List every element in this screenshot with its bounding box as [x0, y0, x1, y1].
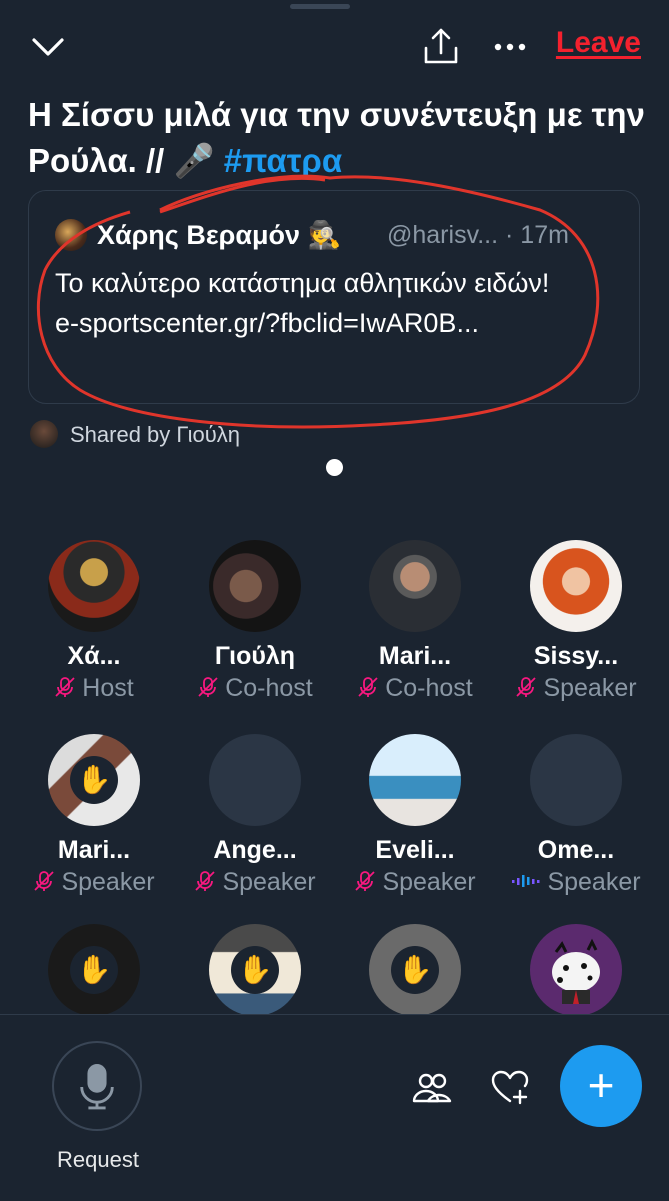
speaker-role: Co-host: [335, 674, 495, 703]
speaker-avatar[interactable]: [369, 540, 461, 632]
request-mic-button[interactable]: [52, 1041, 142, 1131]
mic-off-icon: [34, 871, 55, 891]
speaker-avatar[interactable]: [369, 734, 461, 826]
top-bar: Leave: [0, 20, 669, 76]
mic-off-icon: [198, 677, 218, 697]
listener-avatar[interactable]: [530, 924, 622, 1016]
more-icon[interactable]: [490, 32, 530, 62]
listener-avatar[interactable]: ✋: [369, 924, 461, 1016]
listener-avatar[interactable]: ✋: [209, 924, 301, 1016]
sharer-avatar[interactable]: [30, 420, 58, 448]
raised-hand-icon: ✋: [70, 756, 118, 804]
page-indicator-dot: [326, 459, 343, 476]
speaker-name: Eveli...: [375, 836, 455, 864]
speaker-avatar[interactable]: [530, 734, 622, 826]
speaker-role-label: Speaker: [382, 868, 476, 896]
speaker-avatar[interactable]: ✋: [48, 734, 140, 826]
speaker-role: Speaker: [496, 868, 656, 897]
compose-plus-button[interactable]: +: [560, 1045, 642, 1127]
pinned-tweet-card[interactable]: Χάρης Βεραμόν 🕵️ @harisv... · 17m Το καλ…: [28, 190, 640, 404]
mic-off-icon: [55, 677, 75, 697]
request-label[interactable]: Request: [40, 1147, 156, 1173]
speaker-role-label: Co-host: [385, 674, 473, 702]
mic-off-icon: [516, 677, 537, 697]
listener-avatar[interactable]: ✋: [48, 924, 140, 1016]
tweet-time: · 17m: [505, 221, 569, 249]
tweet-author-avatar[interactable]: [55, 219, 87, 251]
mic-off-icon: [358, 677, 378, 697]
bottom-bar: Request +: [0, 1014, 669, 1201]
microphone-icon: [80, 1064, 114, 1110]
raised-hand-icon: ✋: [70, 946, 118, 994]
raised-hand-icon: ✋: [391, 946, 439, 994]
speaker-name: Sissy...: [533, 642, 619, 670]
heart-plus-icon[interactable]: [490, 1069, 530, 1105]
shared-by-label: Shared by Γιούλη: [70, 422, 240, 447]
mic-off-icon: [195, 871, 216, 891]
speaker-role-label: Co-host: [225, 674, 313, 702]
hashtag-link[interactable]: #πατρα: [224, 142, 342, 179]
speaker-name: Ange...: [213, 836, 297, 864]
speaker-role: Host: [14, 674, 174, 703]
speaker-name: Χά...: [67, 642, 121, 670]
speaker-avatar[interactable]: [209, 540, 301, 632]
tweet-handle-text: @harisv...: [387, 221, 499, 249]
plus-icon: +: [587, 1059, 615, 1111]
sheet-grabber[interactable]: [290, 4, 350, 9]
speaker-role: Speaker: [14, 868, 174, 897]
speaker-name: Mari...: [57, 836, 131, 864]
speaker-name: Mari...: [378, 642, 452, 670]
speaker-name: Γιούλη: [214, 642, 296, 670]
speaker-avatar[interactable]: [530, 540, 622, 632]
speaker-role-label: Speaker: [61, 868, 155, 896]
share-icon[interactable]: [420, 26, 462, 68]
tweet-author-handle: @harisv... · 17m: [387, 221, 569, 250]
space-title: Η Σίσσυ μιλά για την συνέντευξη με την Ρ…: [28, 92, 648, 184]
speaker-role-label: Host: [82, 674, 134, 702]
chevron-down-icon[interactable]: [30, 32, 66, 62]
speaker-avatar[interactable]: [48, 540, 140, 632]
speaker-role-label: Speaker: [222, 868, 316, 896]
speaker-name: Ome...: [537, 836, 615, 864]
mic-off-icon: [355, 871, 376, 891]
speaker-role-label: Speaker: [547, 868, 641, 896]
tweet-text: Το καλύτερο κατάστημα αθλητικών ειδών! e…: [55, 263, 615, 343]
speaker-role-label: Speaker: [543, 674, 637, 702]
tweet-link[interactable]: e-sportscenter.gr/?fbclid=IwAR0B...: [55, 303, 615, 343]
leave-button[interactable]: Leave: [556, 26, 641, 60]
people-icon[interactable]: [412, 1071, 452, 1105]
tweet-author-name[interactable]: Χάρης Βεραμόν 🕵️: [97, 219, 341, 251]
speaker-role: Co-host: [175, 674, 335, 703]
speaking-wave-icon: [512, 875, 540, 887]
speaker-avatar[interactable]: [209, 734, 301, 826]
tweet-body: Το καλύτερο κατάστημα αθλητικών ειδών!: [55, 268, 550, 298]
raised-hand-icon: ✋: [231, 946, 279, 994]
dalmatian-avatar-icon: [552, 938, 600, 1004]
speaker-role: Speaker: [175, 868, 335, 897]
speaker-role: Speaker: [335, 868, 495, 897]
speaker-role: Speaker: [496, 674, 656, 703]
